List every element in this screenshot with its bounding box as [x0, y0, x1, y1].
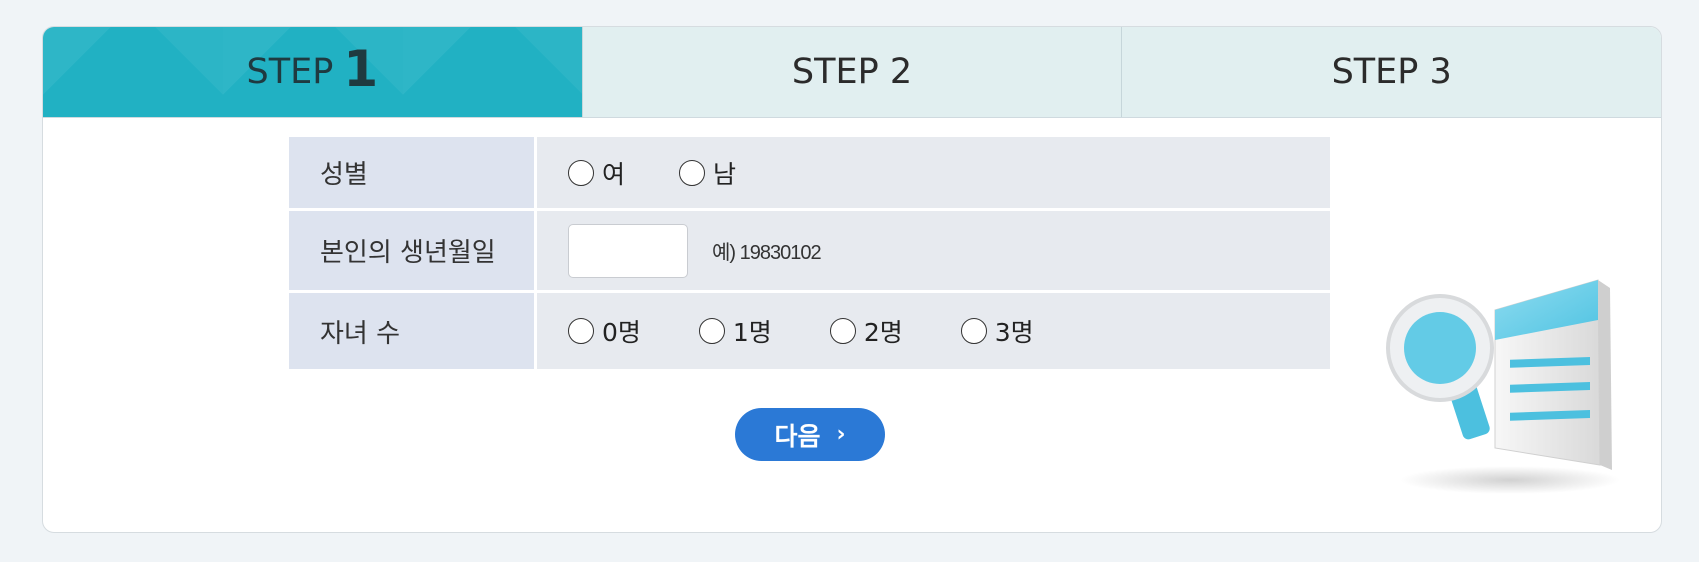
step-2-label: STEP 2 — [791, 52, 913, 92]
step-3: STEP 3 — [1121, 27, 1661, 117]
radio-circle[interactable] — [568, 159, 594, 186]
step-1-number: 1 — [343, 40, 379, 98]
step-indicator: STEP 1 STEP 2 STEP 3 — [43, 27, 1661, 118]
gender-radio-female[interactable]: 여 — [568, 155, 625, 191]
radio-circle[interactable] — [568, 318, 594, 344]
document-magnifier-icon — [1386, 279, 1620, 494]
next-button[interactable]: 다음 › — [735, 408, 885, 461]
step-1-prefix: STEP — [246, 52, 334, 92]
children-radio-1[interactable]: 1명 — [698, 313, 772, 349]
birth-label: 본인의 생년월일 — [289, 211, 537, 290]
birth-field-container: 예) 19830102 — [537, 211, 1330, 290]
birth-row: 본인의 생년월일 예) 19830102 — [289, 211, 1330, 293]
gender-options: 여 남 — [537, 137, 1330, 208]
children-radio-3[interactable]: 3명 — [960, 313, 1034, 349]
next-button-label: 다음 — [774, 421, 821, 451]
radio-circle[interactable] — [698, 318, 725, 344]
children-options: 0명 1명 2명 3명 — [537, 293, 1330, 369]
step-2: STEP 2 — [581, 27, 1122, 117]
chevron-right-icon: › — [836, 422, 846, 447]
radio-circle[interactable] — [679, 159, 706, 186]
children-label: 자녀 수 — [289, 293, 537, 369]
radio-circle[interactable] — [960, 318, 987, 344]
birth-date-input[interactable] — [568, 223, 688, 278]
gender-label: 성별 — [289, 137, 537, 208]
gender-row: 성별 여 남 — [289, 137, 1330, 211]
children-row: 자녀 수 0명 1명 2명 3명 — [289, 293, 1330, 369]
gender-radio-male[interactable]: 남 — [679, 155, 736, 191]
children-radio-2[interactable]: 2명 — [829, 313, 903, 349]
step-1: STEP 1 — [43, 27, 582, 117]
birth-hint: 예) 19830102 — [712, 242, 822, 264]
children-radio-0[interactable]: 0명 — [568, 313, 641, 349]
step-3-label: STEP 3 — [1331, 52, 1452, 92]
info-form: 성별 여 남 본인의 생년월일 예) 19830102 자녀 수 0명 1명 2… — [289, 137, 1330, 369]
radio-circle[interactable] — [829, 318, 856, 344]
